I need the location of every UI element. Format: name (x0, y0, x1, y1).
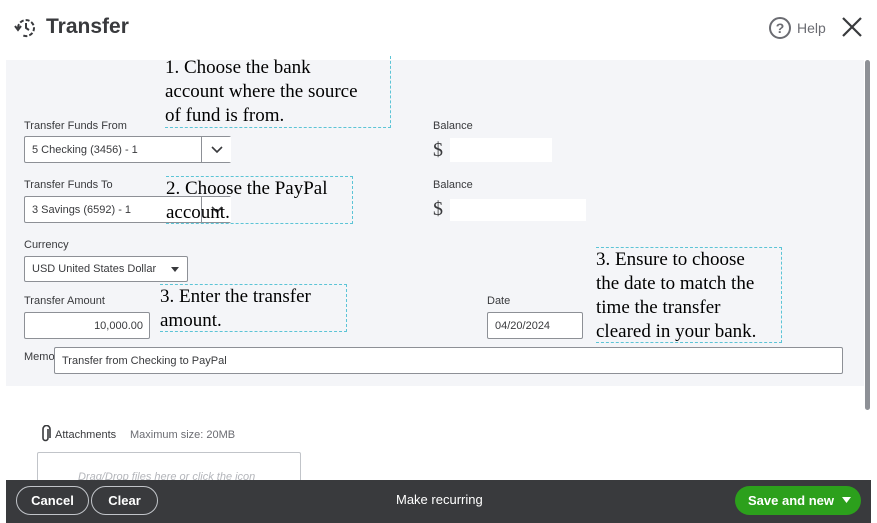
amount-input[interactable]: 10,000.00 (24, 312, 150, 339)
memo-input[interactable]: Transfer from Checking to PayPal (54, 347, 843, 374)
currency-value: USD United States Dollar (32, 263, 157, 275)
amount-value: 10,000.00 (94, 319, 143, 332)
scrollbar[interactable] (865, 60, 870, 410)
help-link[interactable]: Help (797, 20, 826, 36)
amount-label: Transfer Amount (24, 295, 105, 307)
to-label: Transfer Funds To (24, 179, 113, 191)
balance-value-to (450, 199, 586, 221)
caret-down-icon (171, 267, 179, 272)
annotation-choose-date: 3. Ensure to choose the date to match th… (596, 247, 782, 343)
annotation-choose-paypal: 2. Choose the PayPal account. (166, 176, 353, 224)
from-account-value: 5 Checking (3456) - 1 (32, 143, 138, 156)
close-icon[interactable] (840, 15, 864, 39)
dialog-footer: Cancel Clear Make recurring Save and new (6, 480, 871, 523)
annotation-enter-amount: 3. Enter the transfer amount. (160, 284, 347, 332)
date-label: Date (487, 295, 511, 307)
annotation-choose-source: 1. Choose the bank account where the sou… (165, 56, 391, 128)
caret-down-icon[interactable] (842, 497, 851, 503)
balance-currency-to: $ (433, 198, 443, 220)
date-value: 04/20/2024 (495, 319, 551, 332)
save-and-new-button[interactable]: Save and new (735, 486, 861, 515)
balance-value-from (450, 138, 552, 162)
cancel-button[interactable]: Cancel (16, 486, 89, 515)
page-title: Transfer (46, 15, 129, 38)
balance-label-to: Balance (433, 179, 473, 191)
balance-label-from: Balance (433, 120, 473, 132)
help-icon[interactable]: ? (769, 17, 791, 39)
save-and-new-label: Save and new (748, 493, 834, 508)
memo-value: Transfer from Checking to PayPal (62, 354, 227, 367)
memo-label: Memo (24, 351, 55, 363)
from-label: Transfer Funds From (24, 120, 127, 132)
balance-currency-from: $ (433, 139, 443, 161)
currency-select[interactable]: USD United States Dollar (24, 256, 188, 282)
attachments-max-size: Maximum size: 20MB (130, 429, 236, 441)
to-account-value: 3 Savings (6592) - 1 (32, 203, 132, 216)
paperclip-icon[interactable] (40, 425, 52, 443)
chevron-down-icon (210, 145, 223, 153)
attachments-label: Attachments (55, 429, 117, 441)
currency-label: Currency (24, 239, 69, 251)
from-account-select[interactable]: 5 Checking (3456) - 1 (24, 136, 231, 163)
date-input[interactable]: 04/20/2024 (487, 312, 583, 339)
clear-button[interactable]: Clear (91, 486, 158, 515)
from-dropdown-button[interactable] (201, 137, 231, 162)
make-recurring-link[interactable]: Make recurring (396, 492, 483, 507)
transfer-icon (14, 19, 35, 38)
dialog-header: Transfer ? Help (0, 0, 877, 58)
